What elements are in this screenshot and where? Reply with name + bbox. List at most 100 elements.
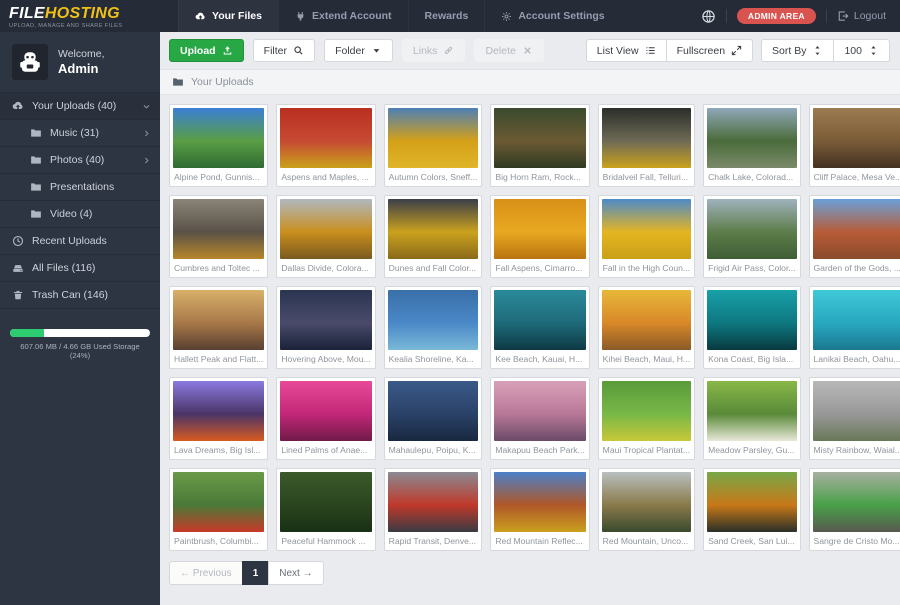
admin-area-badge[interactable]: ADMIN AREA <box>737 8 816 24</box>
upload-thumbnail <box>173 472 264 532</box>
toolbar-button[interactable]: Fullscreen <box>666 39 753 62</box>
upload-card[interactable]: Dallas Divide, Colora... <box>276 195 375 278</box>
toolbar-button-label: Links <box>413 45 438 57</box>
upload-card[interactable]: Chalk Lake, Colorad... <box>703 104 800 187</box>
pagination-page-1-button[interactable]: 1 <box>242 561 270 585</box>
upload-card[interactable]: Big Horn Ram, Rock... <box>490 104 589 187</box>
upload-card[interactable]: Fall in the High Coun... <box>598 195 695 278</box>
upload-card[interactable]: Cliff Palace, Mesa Ve... <box>809 104 900 187</box>
storage-usage: 607.06 MB / 4.66 GB Used Storage (24%) <box>10 329 150 360</box>
upload-title: Red Mountain Reflec... <box>494 532 585 547</box>
upload-card[interactable]: Dunes and Fall Color... <box>384 195 483 278</box>
sidebar-menu-item[interactable]: Music (31) <box>0 120 160 147</box>
sidebar-menu-item[interactable]: Your Uploads (40) <box>0 93 160 120</box>
upload-card[interactable]: Meadow Parsley, Gu... <box>703 377 800 460</box>
chevron-down-icon <box>142 102 151 111</box>
upload-card[interactable]: Fall Aspens, Cimarro... <box>490 195 589 278</box>
upload-card[interactable]: Lanikai Beach, Oahu... <box>809 286 900 369</box>
sidebar-menu-item[interactable]: All Files (116) <box>0 255 160 282</box>
sort-icon <box>812 45 823 56</box>
upload-card[interactable]: Lined Palms of Anae... <box>276 377 375 460</box>
upload-card[interactable]: Makapuu Beach Park... <box>490 377 589 460</box>
upload-card[interactable]: Peaceful Hammock ... <box>276 468 375 551</box>
upload-card[interactable]: Paintbrush, Columbi... <box>169 468 268 551</box>
sidebar-item-label: Photos (40) <box>50 154 104 166</box>
toolbar-button[interactable]: Upload <box>169 39 244 62</box>
upload-thumbnail <box>280 290 371 350</box>
chevron-right-icon <box>142 129 151 138</box>
app-logo[interactable]: FILEHOSTING UPLOAD, MANAGE AND SHARE FIL… <box>0 0 160 32</box>
upload-card[interactable]: Hallett Peak and Flatt... <box>169 286 268 369</box>
upload-title: Hallett Peak and Flatt... <box>173 350 264 365</box>
folder-icon <box>30 208 42 220</box>
list-icon <box>645 45 656 56</box>
upload-card[interactable]: Sand Creek, San Lui... <box>703 468 800 551</box>
pagination-previous-button[interactable]: ← Previous <box>169 561 243 585</box>
sidebar-menu-item[interactable]: Presentations <box>0 174 160 201</box>
sidebar-menu-item[interactable]: Photos (40) <box>0 147 160 174</box>
toolbar-button[interactable]: Delete <box>474 39 543 62</box>
upload-card[interactable]: Mahaulepu, Poipu, K... <box>384 377 483 460</box>
upload-card[interactable]: Red Mountain Reflec... <box>490 468 589 551</box>
upload-thumbnail <box>707 290 796 350</box>
nav-item[interactable]: Rewards <box>408 0 485 32</box>
toolbar-button[interactable]: Folder <box>324 39 393 62</box>
toolbar-right: List ViewFullscreen Sort By100 <box>578 39 890 62</box>
upload-card[interactable]: Bridalveil Fall, Telluri... <box>598 104 695 187</box>
upload-card[interactable]: Kihei Beach, Maui, H... <box>598 286 695 369</box>
upload-thumbnail <box>280 472 371 532</box>
upload-thumbnail <box>602 472 691 532</box>
toolbar-button[interactable]: Filter <box>253 39 315 62</box>
nav-item[interactable]: Extend Account <box>278 0 408 32</box>
sidebar-menu-item[interactable]: Recent Uploads <box>0 228 160 255</box>
sidebar-menu-item[interactable]: Trash Can (146) <box>0 282 160 309</box>
upload-title: Meadow Parsley, Gu... <box>707 441 796 456</box>
upload-title: Chalk Lake, Colorad... <box>707 168 796 183</box>
upload-card[interactable]: Sangre de Cristo Mo... <box>809 468 900 551</box>
logout-button[interactable]: Logout <box>837 10 886 22</box>
upload-title: Cliff Palace, Mesa Ve... <box>813 168 900 183</box>
nav-item-label: Account Settings <box>518 10 604 22</box>
upload-thumbnail <box>813 381 900 441</box>
storage-bar-fill <box>10 329 44 337</box>
upload-card[interactable]: Red Mountain, Unco... <box>598 468 695 551</box>
upload-title: Dallas Divide, Colora... <box>280 259 371 274</box>
upload-card[interactable]: Misty Rainbow, Waial... <box>809 377 900 460</box>
sidebar-menu-item[interactable]: Video (4) <box>0 201 160 228</box>
toolbar-button[interactable]: 100 <box>833 39 890 62</box>
folder-icon <box>30 154 42 166</box>
upload-card[interactable]: Rapid Transit, Denve... <box>384 468 483 551</box>
upload-card[interactable]: Lava Dreams, Big Isl... <box>169 377 268 460</box>
sidebar-item-label: Video (4) <box>50 208 92 220</box>
upload-title: Sand Creek, San Lui... <box>707 532 796 547</box>
upload-card[interactable]: Kealia Shoreline, Ka... <box>384 286 483 369</box>
nav-item[interactable]: Account Settings <box>484 0 620 32</box>
toolbar-button[interactable]: Sort By <box>761 39 834 62</box>
cloud-upload-icon <box>12 100 24 112</box>
welcome-text: Welcome, <box>58 48 105 60</box>
toolbar-button[interactable]: List View <box>586 39 667 62</box>
upload-icon <box>222 45 233 56</box>
language-globe-icon[interactable] <box>701 9 716 24</box>
upload-card[interactable]: Hovering Above, Mou... <box>276 286 375 369</box>
upload-card[interactable]: Kona Coast, Big Isla... <box>703 286 800 369</box>
toolbar-button[interactable]: Links <box>402 39 466 62</box>
upload-title: Rapid Transit, Denve... <box>388 532 479 547</box>
pagination-next-button[interactable]: Next → <box>268 561 323 585</box>
toolbar-button-label: Delete <box>485 45 515 57</box>
upload-card[interactable]: Cumbres and Toltec ... <box>169 195 268 278</box>
upload-card[interactable]: Alpine Pond, Gunnis... <box>169 104 268 187</box>
username: Admin <box>58 61 105 76</box>
logo-part-hosting: HOSTING <box>45 5 120 22</box>
upload-card[interactable]: Kee Beach, Kauai, H... <box>490 286 589 369</box>
upload-card[interactable]: Frigid Air Pass, Color... <box>703 195 800 278</box>
upload-title: Red Mountain, Unco... <box>602 532 691 547</box>
upload-card[interactable]: Maui Tropical Plantat... <box>598 377 695 460</box>
upload-card[interactable]: Autumn Colors, Sneff... <box>384 104 483 187</box>
folder-icon <box>30 181 42 193</box>
nav-item[interactable]: Your Files <box>178 0 278 32</box>
upload-title: Peaceful Hammock ... <box>280 532 371 547</box>
sidebar-item-label: Your Uploads (40) <box>32 100 116 112</box>
upload-card[interactable]: Aspens and Maples, ... <box>276 104 375 187</box>
upload-card[interactable]: Garden of the Gods, ... <box>809 195 900 278</box>
